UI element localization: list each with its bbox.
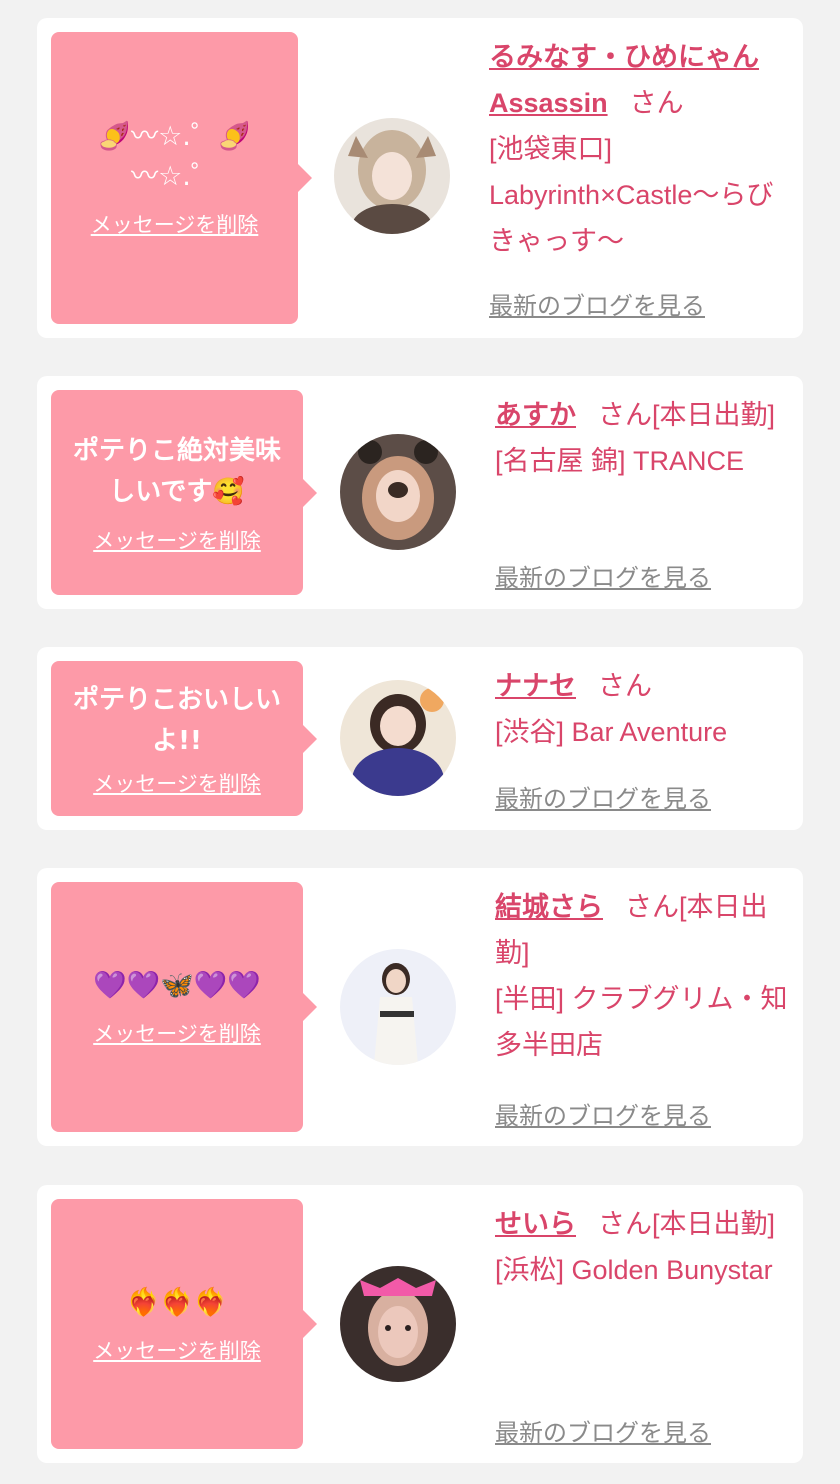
favorite-card: 🍠〰☆.゜🍠 〰☆.゜ メッセージを削除 るみなす・ひめにゃん Assassin… (37, 18, 803, 338)
delete-message-link[interactable]: メッセージを削除 (93, 1335, 261, 1365)
name-suffix: さん (629, 88, 684, 118)
shop-text: [名古屋 錦] TRANCE (495, 446, 745, 476)
avatar[interactable] (340, 434, 456, 550)
message-bubble: ポテりこ絶対美味しいです🥰 メッセージを削除 (51, 390, 317, 595)
delete-message-link[interactable]: メッセージを削除 (93, 525, 261, 555)
user-name-link[interactable]: せいら (495, 1209, 576, 1239)
message-text: ❤️‍🔥❤️‍🔥❤️‍🔥 (126, 1287, 228, 1318)
user-name-link[interactable]: あすか (495, 400, 576, 430)
latest-blog-link[interactable]: 最新のブログを見る (495, 1096, 711, 1131)
shop-text: [半田] クラブグリム・知多半田店 (495, 984, 788, 1060)
shop-text: [浜松] Golden Bunystar (495, 1255, 773, 1285)
avatar[interactable] (340, 680, 456, 796)
shop-text: [渋谷] Bar Aventure (495, 717, 728, 747)
message-bubble: ポテりこおいしいよ!! メッセージを削除 (51, 661, 317, 816)
latest-blog-link[interactable]: 最新のブログを見る (489, 286, 705, 321)
message-bubble: ❤️‍🔥❤️‍🔥❤️‍🔥 メッセージを削除 (51, 1199, 317, 1449)
avatar[interactable] (340, 1266, 456, 1382)
user-name-link[interactable]: 結城さら (495, 892, 603, 922)
favorite-card: ❤️‍🔥❤️‍🔥❤️‍🔥 メッセージを削除 せいら さん[本日出勤] [浜松] G… (37, 1185, 803, 1463)
message-text: ポテりこ絶対美味しいです🥰 (72, 435, 281, 507)
delete-message-link[interactable]: メッセージを削除 (93, 1018, 261, 1048)
shop-text: [池袋東口] Labyrinth×Castle〜らびきゃっす〜 (489, 134, 774, 256)
delete-message-link[interactable]: メッセージを削除 (93, 768, 261, 798)
message-text: 🍠〰☆.゜🍠 〰☆.゜ (97, 121, 252, 192)
favorite-card: ポテりこ絶対美味しいです🥰 メッセージを削除 あすか さん[本日出勤] [名古屋 … (37, 376, 803, 609)
favorite-card: ポテりこおいしいよ!! メッセージを削除 ナナセ さん [渋谷] Bar Aven… (37, 647, 803, 830)
user-name-link[interactable]: るみなす・ひめにゃん Assassin (489, 42, 759, 118)
message-text: 💜💜🦋💜💜 (92, 970, 262, 1001)
avatar[interactable] (340, 949, 456, 1065)
avatar[interactable] (334, 118, 450, 234)
name-suffix: さん[本日出勤] (598, 1209, 776, 1239)
message-bubble: 💜💜🦋💜💜 メッセージを削除 (51, 882, 317, 1132)
name-suffix: さん[本日出勤] (598, 400, 776, 430)
latest-blog-link[interactable]: 最新のブログを見る (495, 558, 711, 593)
message-bubble: 🍠〰☆.゜🍠 〰☆.゜ メッセージを削除 (51, 32, 312, 324)
user-name-link[interactable]: ナナセ (495, 671, 576, 701)
favorite-card: 💜💜🦋💜💜 メッセージを削除 結城さら さん[本日出勤] [半田] クラブグリム・… (37, 868, 803, 1146)
latest-blog-link[interactable]: 最新のブログを見る (495, 1413, 711, 1448)
name-suffix: さん (598, 671, 652, 701)
latest-blog-link[interactable]: 最新のブログを見る (495, 779, 711, 814)
delete-message-link[interactable]: メッセージを削除 (91, 209, 259, 239)
message-text: ポテりこおいしいよ!! (72, 684, 281, 756)
